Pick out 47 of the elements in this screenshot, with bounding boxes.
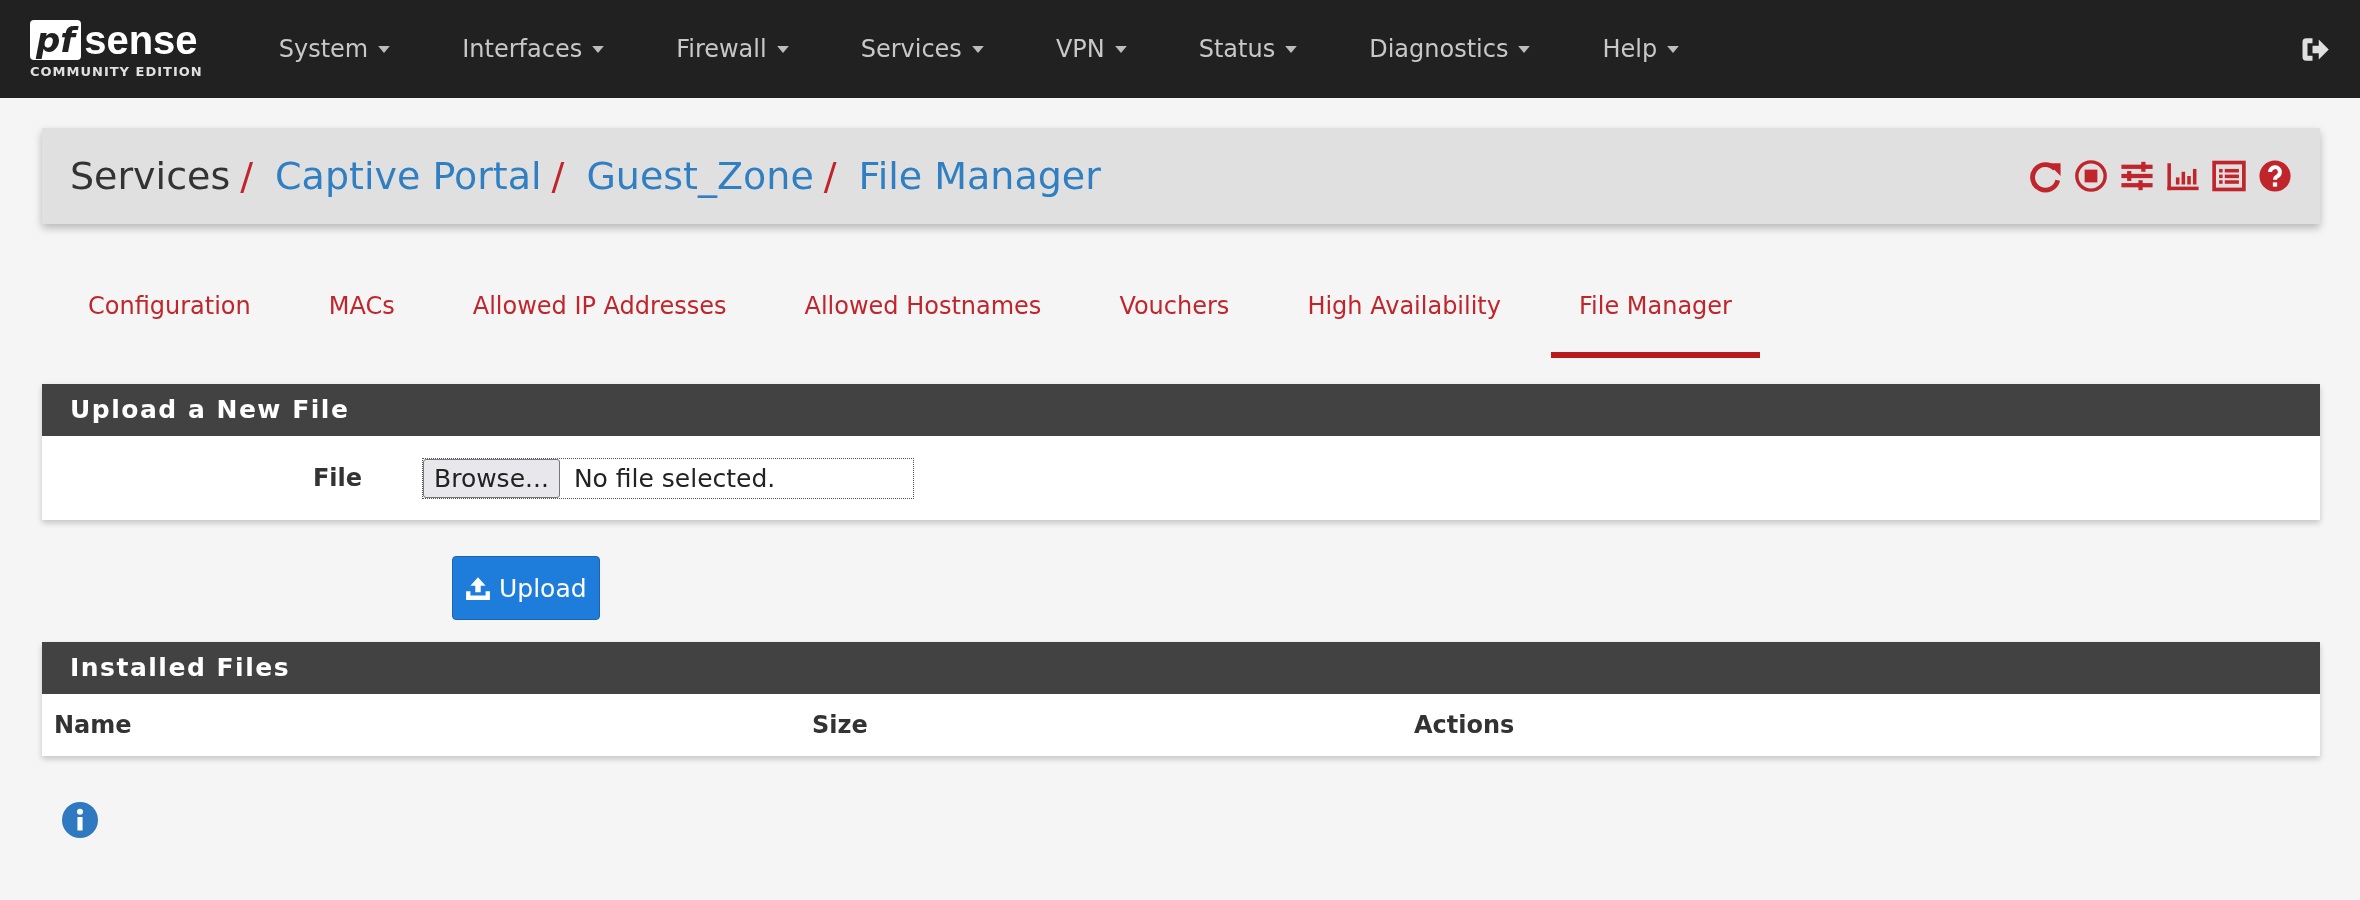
tab[interactable]: Configuration: [60, 264, 279, 358]
breadcrumb-link[interactable]: File Manager: [858, 154, 1101, 198]
logo[interactable]: pf sense COMMUNITY EDITION: [30, 19, 203, 79]
breadcrumb-separator: /: [823, 154, 837, 198]
caret-icon: [971, 45, 984, 53]
breadcrumb-link[interactable]: Guest_Zone: [586, 154, 814, 198]
menu-item[interactable]: System: [242, 35, 427, 63]
menu-item[interactable]: Firewall: [640, 35, 825, 63]
caret-icon: [776, 45, 789, 53]
logout-icon[interactable]: [2300, 36, 2330, 62]
restart-icon[interactable]: [2028, 159, 2062, 193]
breadcrumb-separator: /: [551, 154, 565, 198]
tab[interactable]: File Manager: [1551, 264, 1760, 358]
tab[interactable]: MACs: [300, 264, 423, 358]
panel-heading: Installed Files: [42, 642, 2320, 694]
stop-icon[interactable]: [2074, 159, 2108, 193]
caret-icon: [1667, 45, 1680, 53]
menu-item[interactable]: VPN: [1019, 35, 1163, 63]
column-header: Actions: [1414, 711, 1515, 739]
tab[interactable]: Vouchers: [1091, 264, 1258, 358]
file-input[interactable]: Browse... No file selected.: [422, 457, 914, 499]
caret-icon: [1114, 45, 1127, 53]
upload-icon: [465, 575, 491, 601]
field-label: File: [311, 464, 363, 492]
caret-icon: [1518, 45, 1531, 53]
caret-icon: [592, 45, 605, 53]
menu-item[interactable]: Services: [824, 35, 1020, 63]
panel-heading: Upload a New File: [42, 384, 2320, 436]
menu-item[interactable]: Status: [1162, 35, 1334, 63]
breadcrumb-link[interactable]: Captive Portal: [275, 154, 542, 198]
upload-button[interactable]: Upload: [452, 556, 600, 620]
info-icon[interactable]: [62, 802, 98, 838]
tab[interactable]: High Availability: [1279, 264, 1529, 358]
menu-item[interactable]: Interfaces: [426, 35, 641, 63]
breadcrumb-text: Services: [70, 154, 231, 198]
menu-item[interactable]: Diagnostics: [1333, 35, 1567, 63]
sliders-icon[interactable]: [2120, 159, 2154, 193]
caret-icon: [378, 45, 391, 53]
list-icon[interactable]: [2212, 159, 2246, 193]
help-icon[interactable]: [2258, 159, 2292, 193]
breadcrumb-separator: /: [240, 154, 254, 198]
column-header: Size: [812, 711, 869, 739]
menu-item[interactable]: Help: [1566, 35, 1716, 63]
column-header: Name: [54, 711, 133, 739]
caret-icon: [1285, 45, 1298, 53]
tab[interactable]: Allowed Hostnames: [776, 264, 1070, 358]
tab[interactable]: Allowed IP Addresses: [444, 264, 755, 358]
